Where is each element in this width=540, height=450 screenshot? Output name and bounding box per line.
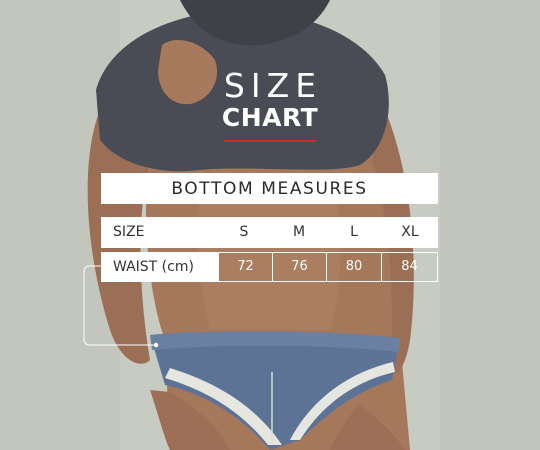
size-header-s: S xyxy=(239,224,249,240)
waist-value-xl: 84 xyxy=(381,252,438,282)
waist-value-m: 76 xyxy=(272,252,327,282)
title-underline xyxy=(224,140,316,142)
size-header-row: SIZE S M L XL xyxy=(101,217,438,248)
size-header-xl: XL xyxy=(401,224,419,240)
size-header-label: SIZE xyxy=(113,224,145,240)
waist-value-s: 72 xyxy=(218,252,273,282)
waist-pointer-line xyxy=(83,265,159,348)
size-chart-image: SIZE CHART BOTTOM MEASURES SIZE S M L XL… xyxy=(0,0,540,450)
banner-label: BOTTOM MEASURES xyxy=(171,178,368,199)
title-chart: CHART xyxy=(221,103,319,132)
waist-value-l: 80 xyxy=(326,252,382,282)
size-header-m: M xyxy=(292,224,306,240)
title-size: SIZE xyxy=(223,66,323,105)
bottom-measures-banner: BOTTOM MEASURES xyxy=(101,173,438,204)
size-header-l: L xyxy=(350,224,358,240)
